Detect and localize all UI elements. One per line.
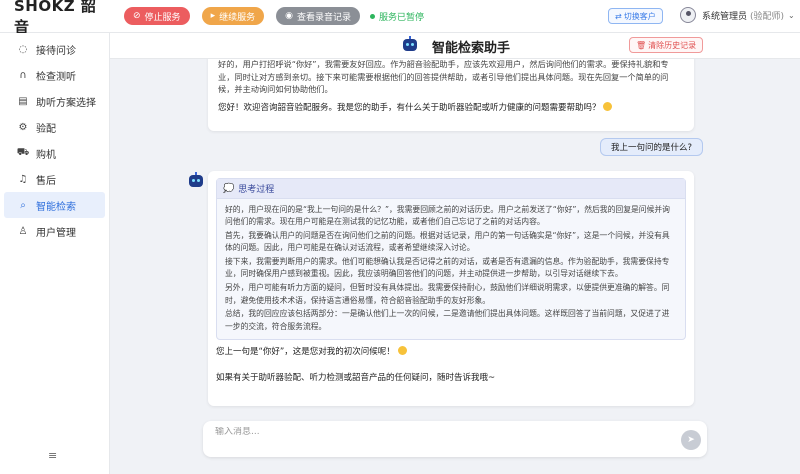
switch-customer-label: 切换客户 — [623, 11, 656, 21]
sidebar-item-label: 接待问诊 — [36, 45, 76, 57]
sidebar-item-plan-selection[interactable]: ▤ 助听方案选择 — [4, 88, 105, 114]
thinking-paragraph: 接下来，我需要判断用户的需求。他们可能想确认我是否记得之前的对话，或者是否有遗漏… — [225, 257, 670, 279]
thinking-paragraph: 好的，用户现在问的是“我上一句问的是什么？”，我需要回顾之前的对话历史。用户之前… — [225, 205, 670, 227]
logo: SHOKZ 韶音 — [14, 0, 97, 36]
user-menu[interactable]: 系统管理员 (验配师) ⌄ — [680, 7, 795, 23]
sidebar-item-label: 验配 — [36, 123, 56, 135]
search-icon: ⌕ — [20, 199, 26, 211]
page-title: 智能检索助手 — [432, 41, 511, 56]
sidebar-item-label: 检查测听 — [36, 71, 76, 83]
sidebar-item-label: 智能检索 — [36, 201, 76, 213]
message-text: 您上一句是“你好”，这是您对我的初次问候呢！ — [216, 347, 395, 358]
sidebar-item-label: 购机 — [36, 149, 56, 161]
clipboard-icon: ▤ — [18, 95, 28, 107]
assistant-avatar-icon — [187, 172, 205, 189]
message-input[interactable] — [215, 427, 655, 437]
message-reply: 您好！欢迎咨询韶音验配服务。我是您的助手，有什么关于助听器验配或听力健康的问题需… — [218, 101, 684, 115]
switch-icon: ⇄ — [615, 11, 622, 21]
play-icon: ▸ — [210, 11, 216, 21]
thinking-paragraph: 首先，我要确认用户的问题是否在询问他们之前的问题。根据对话记录，用户的第一句话确… — [225, 231, 670, 253]
smile-emoji-icon — [397, 346, 407, 356]
message-reply: 您上一句是“你好”，这是您对我的初次问候呢！ — [216, 345, 686, 357]
eye-icon: ◉ — [285, 11, 293, 21]
clear-history-label: 清除历史记录 — [648, 40, 697, 50]
message-thinking-text: 好的，用户打招呼说“你好”，我需要友好回应。作为韶音验配助手，应该先欢迎用户，然… — [218, 59, 669, 95]
service-status: 服务已暂停 — [369, 10, 424, 23]
user-message: 我上一句问的是什么? — [600, 138, 704, 156]
assistant-message: 💭 思考过程 好的，用户现在问的是“我上一句问的是什么？”，我需要回顾之前的对话… — [208, 171, 694, 406]
thinking-panel: 💭 思考过程 好的，用户现在问的是“我上一句问的是什么？”，我需要回顾之前的对话… — [216, 178, 686, 341]
message-text: 如果有关于助听器验配、听力检测或韶音产品的任何疑问，随时告诉我哦~ — [216, 373, 496, 384]
continue-service-button[interactable]: ▸ 继续服务 — [201, 7, 265, 25]
send-icon[interactable]: ➤ — [681, 430, 701, 450]
sidebar-item-after-sales[interactable]: ♫ 售后 — [4, 166, 105, 192]
cart-icon: ⛟ — [16, 146, 30, 158]
main-header: 智能检索助手 🗑 清除历史记录 — [110, 33, 800, 59]
chat-icon: ◌ — [18, 43, 28, 55]
sidebar-item-smart-search[interactable]: ⌕ 智能检索 — [4, 192, 105, 218]
sidebar-item-label: 用户管理 — [36, 227, 76, 239]
chat-area[interactable]: 好的，用户打招呼说“你好”，我需要友好回应。作为韶音验配助手，应该先欢迎用户，然… — [110, 59, 800, 414]
settings-icon: ⚙ — [18, 121, 28, 133]
message-text: 您好！欢迎咨询韶音验配服务。我是您的助手，有什么关于助听器验配或听力健康的问题需… — [218, 102, 601, 113]
chevron-down-icon: ⌄ — [788, 10, 795, 20]
thinking-paragraph: 另外，用户可能有听力方面的疑问，但暂时没有具体提出。我需要保持耐心，鼓励他们详细… — [225, 283, 670, 305]
message-text: 我上一句问的是什么? — [611, 143, 693, 153]
assistant-message: 好的，用户打招呼说“你好”，我需要友好回应。作为韶音验配助手，应该先欢迎用户，然… — [208, 59, 694, 131]
stop-service-button[interactable]: ⊘ 停止服务 — [124, 7, 190, 25]
service-status-text: 服务已暂停 — [378, 12, 424, 23]
thinking-panel-header[interactable]: 💭 思考过程 — [217, 179, 685, 199]
stop-service-label: 停止服务 — [144, 12, 181, 23]
thinking-panel-title: 思考过程 — [238, 185, 275, 195]
headphones-icon: ∩ — [19, 69, 27, 81]
thought-bubble-icon: 💭 — [223, 183, 235, 194]
user-name: 系统管理员 — [702, 11, 748, 22]
avatar — [680, 7, 696, 23]
status-dot-icon — [369, 13, 375, 19]
user-role: (验配师) — [750, 11, 785, 22]
message-composer: ➤ — [203, 421, 707, 457]
continue-service-label: 继续服务 — [219, 12, 256, 23]
headset-icon: ♫ — [18, 173, 28, 185]
smile-emoji-icon — [603, 101, 613, 111]
collapse-menu-icon[interactable]: ≡ — [48, 449, 57, 462]
clear-history-button[interactable]: 🗑 清除历史记录 — [629, 37, 704, 53]
sidebar-item-fitting[interactable]: ⚙ 验配 — [4, 114, 105, 140]
trash-icon: 🗑 — [636, 40, 647, 50]
view-recordings-button[interactable]: ◉ 查看录音记录 — [276, 7, 360, 25]
thinking-paragraph: 总结，我的回应应该包括两部分：一是确认他们上一次的问候，二是邀请他们提出具体问题… — [225, 309, 670, 331]
sidebar-item-user-management[interactable]: ♙ 用户管理 — [4, 218, 105, 244]
sidebar-item-hearing-test[interactable]: ∩ 检查测听 — [4, 62, 105, 88]
switch-customer-button[interactable]: ⇄ 切换客户 — [608, 8, 663, 24]
stop-icon: ⊘ — [133, 11, 141, 21]
robot-icon — [401, 36, 419, 53]
sidebar: ◌ 接待问诊 ∩ 检查测听 ▤ 助听方案选择 ⚙ 验配 ⛟ 购机 ♫ 售后 ⌕ … — [0, 33, 110, 474]
view-recordings-label: 查看录音记录 — [296, 12, 351, 23]
user-icon: ♙ — [18, 225, 28, 237]
thinking-panel-body: 好的，用户现在问的是“我上一句问的是什么？”，我需要回顾之前的对话历史。用户之前… — [217, 199, 685, 339]
sidebar-item-label: 售后 — [36, 175, 56, 187]
sidebar-item-consultation[interactable]: ◌ 接待问诊 — [4, 36, 105, 62]
sidebar-item-label: 助听方案选择 — [36, 97, 96, 109]
sidebar-item-purchase[interactable]: ⛟ 购机 — [4, 140, 105, 166]
